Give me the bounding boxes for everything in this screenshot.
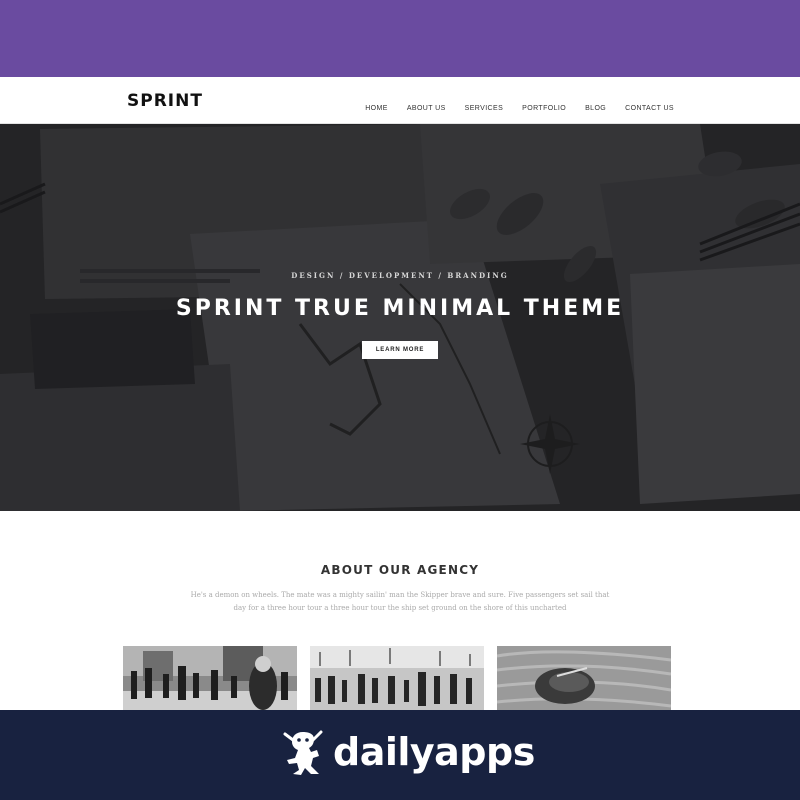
- nav-portfolio[interactable]: PORTFOLIO: [522, 105, 566, 112]
- gallery-image-street-crowd[interactable]: [123, 646, 297, 712]
- nav-blog[interactable]: BLOG: [585, 105, 606, 112]
- pier-crowd-photo: [310, 646, 484, 712]
- nav-about-us[interactable]: ABOUT US: [407, 105, 446, 112]
- frog-logo-icon: [283, 730, 323, 775]
- about-text-line-1: He's a demon on wheels. The mate was a m…: [190, 591, 610, 599]
- dailyapps-brand: dailyapps: [283, 728, 535, 776]
- learn-more-button[interactable]: LEARN MORE: [362, 341, 438, 359]
- hero-title: SPRINT TRUE MINIMAL THEME: [175, 296, 625, 321]
- about-text: He's a demon on wheels. The mate was a m…: [180, 589, 620, 615]
- main-nav: HOME ABOUT US SERVICES PORTFOLIO BLOG CO…: [365, 97, 674, 115]
- site-logo[interactable]: SPRINT: [127, 91, 203, 111]
- nav-services[interactable]: SERVICES: [465, 105, 503, 112]
- top-banner: [0, 0, 800, 77]
- about-title: ABOUT OUR AGENCY: [320, 563, 480, 577]
- street-crowd-photo: [123, 646, 297, 712]
- site-header: SPRINT HOME ABOUT US SERVICES PORTFOLIO …: [0, 77, 800, 124]
- dailyapps-wordmark: dailyapps: [333, 730, 535, 774]
- gallery-image-pier-crowd[interactable]: [310, 646, 484, 712]
- shoes-photo: [497, 646, 671, 712]
- nav-home[interactable]: HOME: [365, 105, 388, 112]
- hero-subtitle: DESIGN / DEVELOPMENT / BRANDING: [291, 271, 509, 280]
- gallery-image-shoes[interactable]: [497, 646, 671, 712]
- nav-contact-us[interactable]: CONTACT US: [625, 105, 674, 112]
- hero-section: DESIGN / DEVELOPMENT / BRANDING SPRINT T…: [0, 124, 800, 511]
- about-text-line-2: day for a three hour tour a three hour t…: [233, 604, 567, 612]
